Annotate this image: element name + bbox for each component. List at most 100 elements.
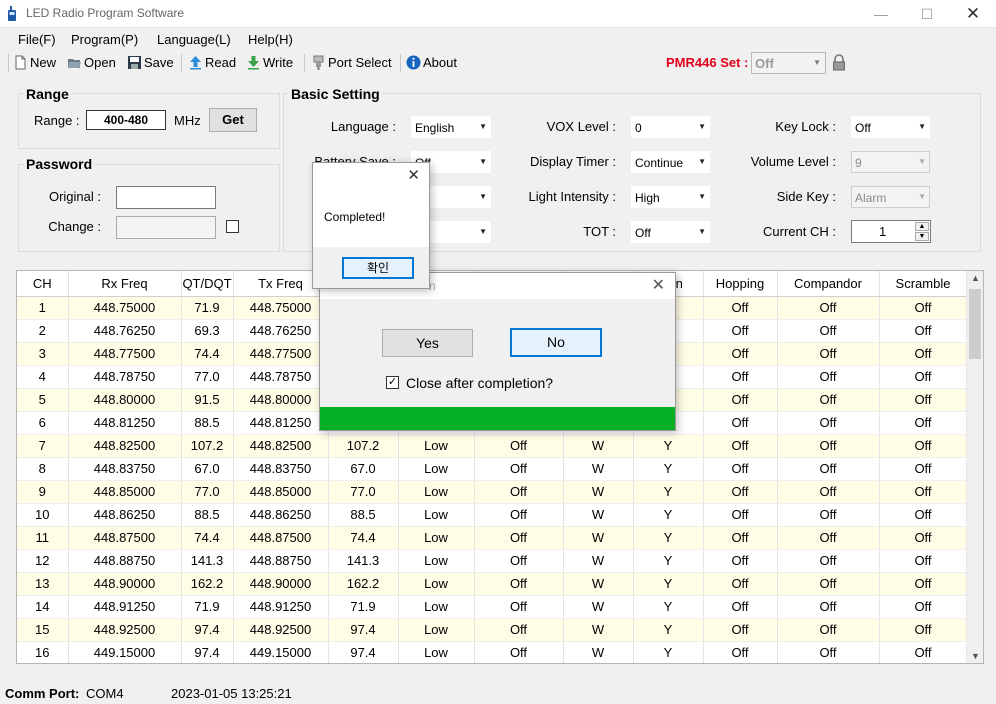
table-cell[interactable]: 88.5 [181, 503, 234, 527]
menu-file[interactable]: File(F) [18, 32, 56, 47]
table-cell[interactable]: Y [633, 526, 704, 550]
table-cell[interactable]: 448.77500 [68, 342, 182, 366]
table-cell[interactable]: 448.81250 [68, 411, 182, 435]
table-cell[interactable]: W [563, 503, 634, 527]
table-cell[interactable]: Off [703, 457, 778, 481]
table-cell[interactable]: 6 [17, 411, 69, 435]
table-cell[interactable]: 448.90000 [233, 572, 329, 596]
column-header-rx-qt-dqt[interactable]: QT/DQT [181, 271, 234, 297]
read-button[interactable]: Read [188, 55, 236, 70]
table-cell[interactable]: 11 [17, 526, 69, 550]
table-cell[interactable]: 71.9 [181, 595, 234, 619]
table-cell[interactable]: Low [398, 641, 475, 663]
table-cell[interactable]: W [563, 595, 634, 619]
table-cell[interactable]: 12 [17, 549, 69, 573]
table-cell[interactable]: 97.4 [328, 618, 399, 642]
table-cell[interactable]: Off [879, 365, 968, 389]
table-cell[interactable]: Off [777, 411, 880, 435]
column-header-hopping[interactable]: Hopping [703, 271, 778, 297]
table-cell[interactable]: 16 [17, 641, 69, 663]
table-cell[interactable]: 141.3 [328, 549, 399, 573]
table-cell[interactable]: 448.76250 [68, 319, 182, 343]
table-cell[interactable]: 448.80000 [68, 388, 182, 412]
table-cell[interactable]: 74.4 [181, 526, 234, 550]
about-button[interactable]: About [406, 55, 457, 70]
table-cell[interactable]: Off [703, 296, 778, 320]
table-cell[interactable]: 67.0 [328, 457, 399, 481]
table-cell[interactable]: W [563, 549, 634, 573]
table-cell[interactable]: Off [879, 388, 968, 412]
table-cell[interactable]: Low [398, 503, 475, 527]
table-cell[interactable]: Off [474, 480, 564, 504]
table-cell[interactable]: 448.90000 [68, 572, 182, 596]
table-cell[interactable]: Off [474, 641, 564, 663]
scrollbar-thumb[interactable] [969, 289, 981, 359]
table-cell[interactable]: Off [879, 480, 968, 504]
table-cell[interactable]: Y [633, 434, 704, 458]
table-row[interactable]: 9 448.85000 77.0 448.85000 77.0 Low Off W Y Off Of… [17, 480, 968, 504]
column-header-ch[interactable]: CH [17, 271, 69, 297]
table-cell[interactable]: 7 [17, 434, 69, 458]
table-cell[interactable]: Off [703, 434, 778, 458]
table-cell[interactable]: 15 [17, 618, 69, 642]
table-cell[interactable]: 71.9 [181, 296, 234, 320]
table-cell[interactable]: Off [474, 549, 564, 573]
table-cell[interactable]: W [563, 434, 634, 458]
table-cell[interactable]: Off [474, 595, 564, 619]
table-cell[interactable]: 448.77500 [233, 342, 329, 366]
table-cell[interactable]: Off [474, 572, 564, 596]
table-cell[interactable]: Off [703, 480, 778, 504]
table-cell[interactable]: Off [777, 342, 880, 366]
table-cell[interactable]: 67.0 [181, 457, 234, 481]
table-cell[interactable]: 77.0 [328, 480, 399, 504]
table-cell[interactable]: 448.78750 [68, 365, 182, 389]
table-cell[interactable]: 4 [17, 365, 69, 389]
table-cell[interactable]: 141.3 [181, 549, 234, 573]
scroll-down-icon[interactable]: ▼ [967, 651, 983, 661]
no-button[interactable]: No [510, 328, 602, 357]
table-cell[interactable]: Y [633, 480, 704, 504]
table-cell[interactable]: 448.87500 [68, 526, 182, 550]
table-cell[interactable]: Off [879, 526, 968, 550]
menu-program[interactable]: Program(P) [71, 32, 138, 47]
new-button[interactable]: New [13, 55, 56, 70]
table-cell[interactable]: 88.5 [181, 411, 234, 435]
open-button[interactable]: Open [67, 55, 116, 70]
table-cell[interactable]: 107.2 [181, 434, 234, 458]
menu-help[interactable]: Help(H) [248, 32, 293, 47]
close-icon[interactable]: ✕ [652, 275, 665, 295]
close-icon[interactable]: ✕ [407, 166, 420, 184]
maximize-icon[interactable]: ☐ [904, 0, 950, 28]
table-cell[interactable]: Off [703, 388, 778, 412]
original-password-input[interactable] [116, 186, 216, 209]
table-cell[interactable]: 88.5 [328, 503, 399, 527]
table-cell[interactable]: Off [703, 503, 778, 527]
column-header-compandor[interactable]: Compandor [777, 271, 880, 297]
table-cell[interactable]: Off [703, 342, 778, 366]
table-cell[interactable]: 448.91250 [233, 595, 329, 619]
table-cell[interactable]: Off [879, 572, 968, 596]
table-cell[interactable]: Off [879, 457, 968, 481]
table-cell[interactable]: Off [474, 618, 564, 642]
table-cell[interactable]: Low [398, 618, 475, 642]
table-cell[interactable]: Off [777, 572, 880, 596]
table-cell[interactable]: Off [777, 526, 880, 550]
pmr446-select[interactable]: Off ▼ [751, 52, 826, 74]
table-cell[interactable]: 3 [17, 342, 69, 366]
table-cell[interactable]: 448.87500 [233, 526, 329, 550]
table-cell[interactable]: Y [633, 595, 704, 619]
table-row[interactable]: 10 448.86250 88.5 448.86250 88.5 Low Off W Y Off O… [17, 503, 968, 527]
write-button[interactable]: Write [246, 55, 293, 70]
side-key-select[interactable]: Alarm ▼ [851, 186, 930, 208]
table-cell[interactable]: Y [633, 503, 704, 527]
table-cell[interactable]: Off [777, 319, 880, 343]
table-cell[interactable]: Low [398, 549, 475, 573]
table-cell[interactable]: 14 [17, 595, 69, 619]
table-cell[interactable]: Low [398, 457, 475, 481]
stepper-down-icon[interactable]: ▼ [915, 232, 929, 241]
table-cell[interactable]: Low [398, 480, 475, 504]
table-cell[interactable]: Off [777, 457, 880, 481]
table-cell[interactable]: 77.0 [181, 480, 234, 504]
table-cell[interactable]: Off [879, 434, 968, 458]
table-cell[interactable]: Off [703, 549, 778, 573]
